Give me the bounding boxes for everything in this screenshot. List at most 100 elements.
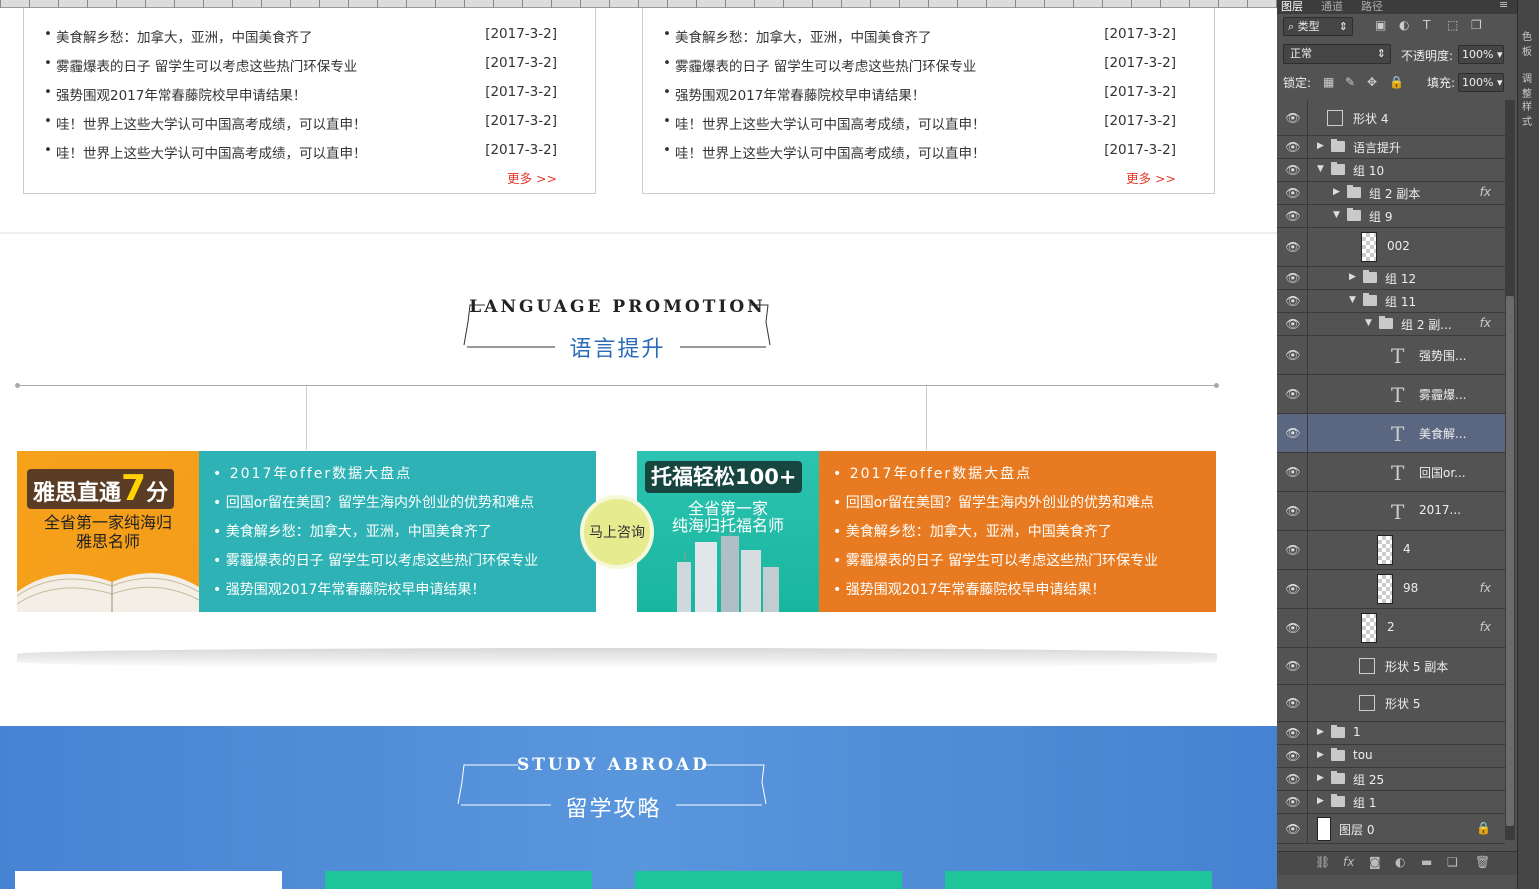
layer-row[interactable]: 👁 ▶ 组 1	[1277, 791, 1505, 814]
side-adjust[interactable]: 调整	[1522, 70, 1539, 100]
expand-down-icon[interactable]: ▼	[1333, 210, 1340, 220]
promo-item[interactable]: • 强势围观2017年常春藤院校早申请结果！	[833, 579, 1105, 599]
layer-row[interactable]: 👁 形状 5	[1277, 685, 1505, 722]
visibility-eye-icon[interactable]: 👁	[1285, 185, 1301, 201]
filter-smart-icon[interactable]: ❐	[1471, 18, 1482, 32]
visibility-eye-icon[interactable]: 👁	[1285, 316, 1301, 332]
visibility-eye-icon[interactable]: 👁	[1285, 725, 1301, 741]
news-title[interactable]: 哇！世界上这些大学认可中国高考成绩，可以直申！	[56, 142, 367, 162]
study-card-1[interactable]	[15, 871, 282, 889]
promo-item[interactable]: • 美食解乡愁：加拿大，亚洲，中国美食齐了	[833, 521, 1112, 541]
fx-icon[interactable]: fx	[1343, 855, 1354, 869]
layer-row[interactable]: 👁 ▼ 组 11	[1277, 290, 1505, 313]
layer-row[interactable]: 👁 ▶ 组 25	[1277, 768, 1505, 791]
expand-right-icon[interactable]: ▶	[1317, 773, 1324, 783]
layer-row[interactable]: 👁 T 回国or...	[1277, 453, 1505, 492]
expand-right-icon[interactable]: ▶	[1333, 187, 1340, 197]
expand-down-icon[interactable]: ▼	[1349, 295, 1356, 305]
tab-layers[interactable]: 图层	[1281, 0, 1303, 14]
promo-item[interactable]: • 2017年offer数据大盘点	[833, 463, 1032, 483]
visibility-eye-icon[interactable]: 👁	[1285, 293, 1301, 309]
lock-transparent-icon[interactable]: ▦	[1323, 75, 1334, 89]
visibility-eye-icon[interactable]: 👁	[1285, 620, 1301, 636]
fx-icon[interactable]: fx	[1480, 581, 1491, 595]
layer-row[interactable]: 👁 ▶ 1	[1277, 722, 1505, 745]
visibility-eye-icon[interactable]: 👁	[1285, 270, 1301, 286]
new-group-icon[interactable]: ▬	[1421, 855, 1432, 869]
more-link[interactable]: 更多 >>	[1126, 168, 1176, 187]
filter-pixel-icon[interactable]: ▣	[1375, 18, 1386, 32]
promo-item[interactable]: • 回国or留在美国？留学生海内外创业的优势和难点	[833, 492, 1154, 512]
expand-right-icon[interactable]: ▶	[1317, 727, 1324, 737]
lock-position-icon[interactable]: ✥	[1367, 75, 1377, 89]
layer-row[interactable]: 👁 图层 0 🔒	[1277, 814, 1505, 844]
visibility-eye-icon[interactable]: 👁	[1285, 821, 1301, 837]
news-item[interactable]: • 美食解乡愁：加拿大，亚洲，中国美食齐了 [2017-3-2]	[663, 26, 1176, 46]
news-title[interactable]: 美食解乡愁：加拿大，亚洲，中国美食齐了	[56, 26, 313, 46]
visibility-eye-icon[interactable]: 👁	[1285, 386, 1301, 402]
news-item[interactable]: • 哇！世界上这些大学认可中国高考成绩，可以直申！ [2017-3-2]	[663, 142, 1176, 162]
filter-kind-select[interactable]: ⌕ 类型 ⇕	[1283, 17, 1353, 36]
news-item[interactable]: • 雾霾爆表的日子 留学生可以考虑这些热门环保专业 [2017-3-2]	[44, 55, 557, 75]
layer-row[interactable]: 👁 ▶ tou	[1277, 745, 1505, 768]
fx-icon[interactable]: fx	[1480, 185, 1491, 199]
trash-icon[interactable]: 🗑	[1475, 855, 1490, 869]
visibility-eye-icon[interactable]: 👁	[1285, 139, 1301, 155]
news-item[interactable]: • 哇！世界上这些大学认可中国高考成绩，可以直申！ [2017-3-2]	[663, 113, 1176, 133]
visibility-eye-icon[interactable]: 👁	[1285, 110, 1301, 126]
lock-image-icon[interactable]: ✎	[1345, 75, 1355, 89]
news-title[interactable]: 哇！世界上这些大学认可中国高考成绩，可以直申！	[56, 113, 367, 133]
layer-row[interactable]: 👁 ▼ 组 10	[1277, 159, 1505, 182]
filter-adjust-icon[interactable]: ◐	[1399, 18, 1409, 32]
visibility-eye-icon[interactable]: 👁	[1285, 658, 1301, 674]
filter-type-icon[interactable]: T	[1423, 18, 1430, 32]
promo-item[interactable]: • 强势围观2017年常春藤院校早申请结果！	[213, 579, 485, 599]
promo-item[interactable]: • 美食解乡愁：加拿大，亚洲，中国美食齐了	[213, 521, 492, 541]
design-canvas[interactable]: • 美食解乡愁：加拿大，亚洲，中国美食齐了 [2017-3-2] • 雾霾爆表的日子 留…	[0, 0, 1277, 889]
expand-right-icon[interactable]: ▶	[1317, 796, 1324, 806]
news-item[interactable]: • 雾霾爆表的日子 留学生可以考虑这些热门环保专业 [2017-3-2]	[663, 55, 1176, 75]
layer-row[interactable]: 👁 ▶ 语言提升	[1277, 136, 1505, 159]
visibility-eye-icon[interactable]: 👁	[1285, 581, 1301, 597]
promo-item[interactable]: • 2017年offer数据大盘点	[213, 463, 412, 483]
more-link[interactable]: 更多 >>	[507, 168, 557, 187]
news-item[interactable]: • 强势围观2017年常春藤院校早申请结果！ [2017-3-2]	[44, 84, 557, 104]
filter-shape-icon[interactable]: ⬚	[1447, 18, 1458, 32]
layer-row[interactable]: 👁 4	[1277, 531, 1505, 570]
layer-row[interactable]: 👁 T 美食解...	[1277, 414, 1505, 453]
visibility-eye-icon[interactable]: 👁	[1285, 771, 1301, 787]
news-title[interactable]: 雾霾爆表的日子 留学生可以考虑这些热门环保专业	[675, 55, 976, 75]
expand-down-icon[interactable]: ▼	[1365, 318, 1372, 328]
visibility-eye-icon[interactable]: 👁	[1285, 425, 1301, 441]
news-item[interactable]: • 哇！世界上这些大学认可中国高考成绩，可以直申！ [2017-3-2]	[44, 113, 557, 133]
layer-row[interactable]: 👁 ▶ 组 2 副本 fx	[1277, 182, 1505, 205]
fx-icon[interactable]: fx	[1480, 620, 1491, 634]
expand-right-icon[interactable]: ▶	[1349, 272, 1356, 282]
scroll-thumb[interactable]	[1506, 296, 1514, 826]
visibility-eye-icon[interactable]: 👁	[1285, 347, 1301, 363]
layer-row[interactable]: 👁 形状 4	[1277, 100, 1505, 136]
news-item[interactable]: • 哇！世界上这些大学认可中国高考成绩，可以直申！ [2017-3-2]	[44, 142, 557, 162]
layer-row[interactable]: 👁 T 雾霾爆...	[1277, 375, 1505, 414]
new-layer-icon[interactable]: ❏	[1447, 855, 1458, 869]
study-card-4[interactable]	[945, 871, 1212, 889]
layer-row[interactable]: 👁 ▶ 组 12	[1277, 267, 1505, 290]
promo-item[interactable]: • 回国or留在美国？留学生海内外创业的优势和难点	[213, 492, 534, 512]
layer-row[interactable]: 👁 002	[1277, 228, 1505, 267]
layer-row[interactable]: 👁 形状 5 副本	[1277, 648, 1505, 685]
news-title[interactable]: 哇！世界上这些大学认可中国高考成绩，可以直申！	[675, 142, 986, 162]
news-title[interactable]: 美食解乡愁：加拿大，亚洲，中国美食齐了	[675, 26, 932, 46]
visibility-eye-icon[interactable]: 👁	[1285, 208, 1301, 224]
visibility-eye-icon[interactable]: 👁	[1285, 748, 1301, 764]
visibility-eye-icon[interactable]: 👁	[1285, 542, 1301, 558]
layer-scrollbar[interactable]	[1505, 100, 1515, 840]
visibility-eye-icon[interactable]: 👁	[1285, 239, 1301, 255]
consult-button[interactable]: 马上咨询	[580, 495, 654, 569]
news-title[interactable]: 雾霾爆表的日子 留学生可以考虑这些热门环保专业	[56, 55, 357, 75]
promo-item[interactable]: • 雾霾爆表的日子 留学生可以考虑这些热门环保专业	[213, 550, 538, 570]
news-title[interactable]: 强势围观2017年常春藤院校早申请结果！	[675, 84, 925, 104]
layer-row[interactable]: 👁 ▼ 组 2 副... fx	[1277, 313, 1505, 336]
fx-icon[interactable]: fx	[1480, 316, 1491, 330]
study-card-3[interactable]	[635, 871, 902, 889]
news-item[interactable]: • 美食解乡愁：加拿大，亚洲，中国美食齐了 [2017-3-2]	[44, 26, 557, 46]
